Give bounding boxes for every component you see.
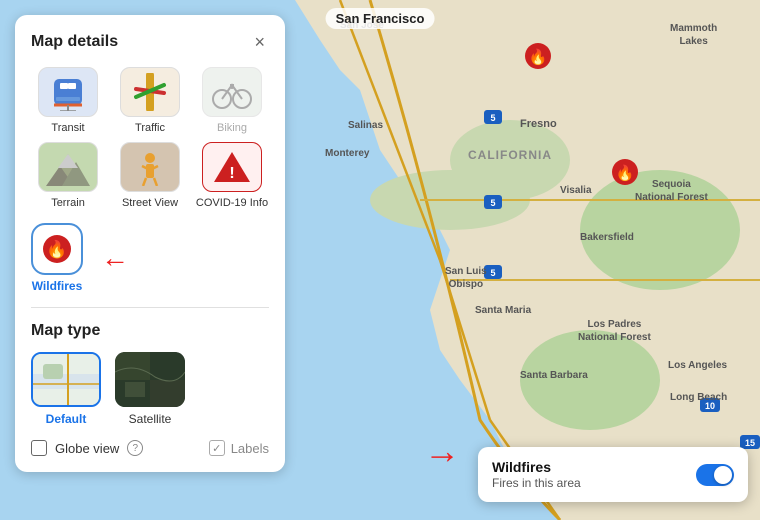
map-type-grid: Default Satellite [31, 352, 269, 426]
svg-text:5: 5 [490, 198, 495, 208]
labels-row: ✓ Labels [209, 440, 269, 456]
map-label-santamaria: Santa Maria [475, 305, 531, 316]
map-type-satellite[interactable]: Satellite [115, 352, 185, 426]
map-option-transit[interactable]: Transit [31, 67, 105, 134]
panel-title: Map details [31, 33, 118, 51]
biking-icon [202, 67, 262, 117]
close-button[interactable]: × [250, 31, 269, 53]
wildfires-button[interactable]: 🔥 [31, 223, 83, 275]
svg-text:🔥: 🔥 [46, 239, 67, 259]
wildfires-label: Wildfires [32, 279, 83, 293]
card-text: Wildfires Fires in this area [492, 459, 686, 490]
map-label-longbeach: Long Beach [670, 392, 727, 403]
map-label-lospadres: Los PadresNational Forest [578, 318, 651, 344]
map-option-biking[interactable]: Biking [195, 67, 269, 134]
map-label-santabarbara: Santa Barbara [520, 370, 588, 381]
map-label-california: CALIFORNIA [468, 148, 552, 162]
default-map-label: Default [46, 412, 87, 426]
map-label-sequoia: SequoiaNational Forest [635, 178, 708, 204]
wildfire-card: Wildfires Fires in this area [478, 447, 748, 502]
globe-info-icon[interactable]: ? [127, 440, 143, 456]
map-label-visalia: Visalia [560, 185, 592, 196]
svg-text:!: ! [229, 165, 234, 182]
globe-label: Globe view [55, 441, 119, 456]
transit-label: Transit [51, 122, 84, 134]
card-title: Wildfires [492, 459, 686, 475]
svg-text:5: 5 [490, 268, 495, 278]
map-option-covid[interactable]: ! COVID-19 Info [195, 142, 269, 209]
labels-checkbox[interactable]: ✓ [209, 440, 225, 456]
streetview-label: Street View [122, 197, 178, 209]
map-header: San Francisco [326, 8, 435, 29]
map-label-fresno: Fresno [520, 118, 557, 130]
satellite-map-label: Satellite [129, 412, 172, 426]
map-option-traffic[interactable]: Traffic [113, 67, 187, 134]
svg-text:🔥: 🔥 [616, 164, 635, 182]
card-subtitle: Fires in this area [492, 476, 686, 490]
panel-arrow-icon: ← [101, 242, 129, 274]
satellite-map-icon [115, 352, 185, 407]
fire-marker-1: 🔥 [524, 42, 552, 76]
svg-text:5: 5 [490, 113, 495, 123]
map-label-salinas: Salinas [348, 120, 383, 131]
traffic-label: Traffic [135, 122, 165, 134]
globe-labels-container: Globe view ? ✓ Labels [31, 440, 269, 456]
map-label-mammoth: MammothLakes [670, 22, 717, 48]
fire-marker-2: 🔥 [611, 158, 639, 192]
map-label-sanluisobispo: San LuisObispo [445, 265, 487, 291]
streetview-icon [120, 142, 180, 192]
labels-label: Labels [231, 441, 269, 456]
map-details-panel: Map details × Transit [15, 15, 285, 472]
wildfires-row: 🔥 Wildfires ← [31, 223, 269, 293]
transit-icon [38, 67, 98, 117]
map-type-title: Map type [31, 322, 269, 340]
map-label-losangeles: Los Angeles [668, 360, 727, 371]
svg-text:🔥: 🔥 [529, 48, 548, 66]
wildfire-toggle[interactable] [696, 464, 734, 486]
map-label-bakersfield: Bakersfield [580, 232, 634, 243]
card-arrow-icon: → [424, 430, 460, 472]
biking-label: Biking [217, 122, 247, 134]
terrain-label: Terrain [51, 197, 85, 209]
labels-checkmark: ✓ [212, 442, 221, 455]
map-option-streetview[interactable]: Street View [113, 142, 187, 209]
panel-header: Map details × [31, 31, 269, 53]
divider [31, 307, 269, 308]
globe-checkbox[interactable] [31, 440, 47, 456]
covid-label: COVID-19 Info [196, 197, 268, 209]
traffic-icon [120, 67, 180, 117]
covid-icon: ! [202, 142, 262, 192]
wildfires-col: 🔥 Wildfires [31, 223, 83, 293]
map-option-terrain[interactable]: Terrain [31, 142, 105, 209]
globe-row: Globe view ? [31, 440, 143, 456]
terrain-icon [38, 142, 98, 192]
default-map-icon [31, 352, 101, 407]
svg-text:15: 15 [745, 438, 755, 448]
map-options-grid: Transit Traffic [31, 67, 269, 209]
map-label-monterey: Monterey [325, 148, 369, 159]
map-type-default[interactable]: Default [31, 352, 101, 426]
